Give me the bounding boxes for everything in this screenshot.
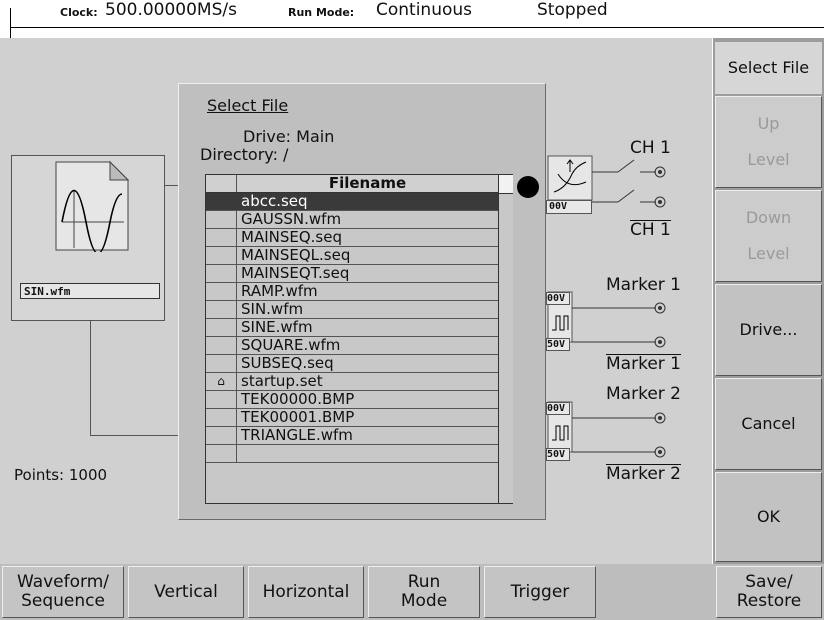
marker-line <box>90 320 91 435</box>
file-name: SUBSEQ.seq <box>241 354 334 372</box>
row-icon-cell <box>206 337 237 354</box>
file-name: TEK00000.BMP <box>241 390 355 408</box>
signal-line <box>165 185 179 186</box>
waveform-file-icon <box>55 160 130 252</box>
trigger-button[interactable]: Trigger <box>484 566 596 618</box>
waveform-sequence-button[interactable]: Waveform/ Sequence <box>2 566 124 618</box>
file-name: SQUARE.wfm <box>241 336 341 354</box>
file-list-row[interactable]: abcc.seq <box>206 193 498 211</box>
file-list-row[interactable]: SINE.wfm <box>206 319 498 337</box>
points-readout: Points: 1000 <box>14 466 108 484</box>
file-list-row[interactable]: MAINSEQ.seq <box>206 229 498 247</box>
run-state: Stopped <box>537 0 608 20</box>
file-list-row[interactable]: MAINSEQT.seq <box>206 265 498 283</box>
horizontal-button[interactable]: Horizontal <box>248 566 364 618</box>
file-list-row[interactable] <box>206 445 498 463</box>
side-menu: Select File Up Level Down Level Drive...… <box>713 38 824 564</box>
file-name: GAUSSN.wfm <box>241 210 342 228</box>
cancel-button[interactable]: Cancel <box>715 378 822 470</box>
file-list-scrollbar[interactable] <box>498 175 513 503</box>
file-list-row[interactable]: TEK00001.BMP <box>206 409 498 427</box>
row-icon-cell <box>206 445 237 462</box>
row-icon-cell <box>206 355 237 372</box>
marker-line-h <box>90 435 179 436</box>
row-icon-cell <box>206 193 237 210</box>
row-icon-cell <box>206 427 237 444</box>
row-icon-cell <box>206 265 237 282</box>
dialog-title: Select File <box>207 96 289 115</box>
row-icon-cell <box>206 229 237 246</box>
row-icon-cell <box>206 391 237 408</box>
file-name: RAMP.wfm <box>241 282 318 300</box>
ch1-bar-label: CH 1 <box>630 220 671 240</box>
status-bar: Clock: 500.00000MS/s Run Mode: Continuou… <box>0 0 824 38</box>
marker1-bar-label: Marker 1 <box>606 354 681 374</box>
status-rule <box>10 27 824 28</box>
save-restore-button[interactable]: Save/ Restore <box>716 566 822 618</box>
file-name: MAINSEQT.seq <box>241 264 350 282</box>
file-name: TRIANGLE.wfm <box>241 426 353 444</box>
row-icon-cell <box>206 211 237 228</box>
header-icon-cell <box>206 175 237 192</box>
up-level-button[interactable]: Up Level <box>715 96 822 188</box>
file-list-row[interactable]: MAINSEQL.seq <box>206 247 498 265</box>
file-list[interactable]: Filename abcc.seq GAUSSN.wfm MAINSEQ.seq MA… <box>205 174 513 504</box>
drive-label: Drive: Main <box>243 127 335 146</box>
drive-button[interactable]: Drive... <box>715 284 822 376</box>
clock-value: 500.00000MS/s <box>105 0 237 20</box>
row-icon-cell <box>206 247 237 264</box>
file-list-row[interactable]: GAUSSN.wfm <box>206 211 498 229</box>
row-icon-cell <box>206 301 237 318</box>
file-name: MAINSEQ.seq <box>241 228 342 246</box>
row-icon-cell <box>206 283 237 300</box>
run-mode-button[interactable]: Run Mode <box>368 566 480 618</box>
row-icon-cell <box>206 409 237 426</box>
marker2-low-scale: 50V <box>546 448 570 461</box>
marker1-high-scale: 00V <box>546 292 570 305</box>
ch1-label: CH 1 <box>630 138 671 158</box>
ok-button[interactable]: OK <box>715 472 822 562</box>
status-divider <box>10 8 11 38</box>
file-name: MAINSEQL.seq <box>241 246 351 264</box>
file-name: SINE.wfm <box>241 318 313 336</box>
file-list-row[interactable]: RAMP.wfm <box>206 283 498 301</box>
waveform-file-name: SIN.wfm <box>20 283 160 299</box>
file-name: TEK00001.BMP <box>241 408 355 426</box>
filename-column-header: Filename <box>328 174 407 192</box>
clock-label: Clock: <box>60 6 98 19</box>
general-purpose-knob-icon <box>517 176 539 198</box>
marker2-high-scale: 00V <box>546 402 570 415</box>
output-diagram <box>547 155 666 458</box>
directory-label: Directory: / <box>200 145 289 164</box>
file-list-row[interactable]: SIN.wfm <box>206 301 498 319</box>
lock-icon: ⌂ <box>206 373 237 390</box>
file-list-header: Filename <box>206 175 498 193</box>
side-menu-title: Select File <box>715 42 822 94</box>
marker1-low-scale: 50V <box>546 338 570 351</box>
down-level-button[interactable]: Down Level <box>715 190 822 282</box>
file-name: startup.set <box>241 372 323 390</box>
file-list-row[interactable]: SUBSEQ.seq <box>206 355 498 373</box>
file-name: SIN.wfm <box>241 300 304 318</box>
marker2-bar-label: Marker 2 <box>606 464 681 484</box>
file-list-row[interactable]: TRIANGLE.wfm <box>206 427 498 445</box>
run-mode-label: Run Mode: <box>288 6 355 19</box>
file-list-row[interactable]: ⌂ startup.set <box>206 373 498 391</box>
file-name: abcc.seq <box>241 192 308 210</box>
scrollbar-thumb[interactable] <box>499 175 513 194</box>
marker1-label: Marker 1 <box>606 275 681 295</box>
vertical-button[interactable]: Vertical <box>128 566 244 618</box>
bottom-menu: Waveform/ Sequence Vertical Horizontal R… <box>0 564 824 620</box>
marker2-label: Marker 2 <box>606 384 681 404</box>
row-icon-cell <box>206 319 237 336</box>
ch1-scale: 00V <box>546 200 592 214</box>
run-mode-value: Continuous <box>376 0 473 20</box>
file-list-row[interactable]: SQUARE.wfm <box>206 337 498 355</box>
file-list-row[interactable]: TEK00000.BMP <box>206 391 498 409</box>
